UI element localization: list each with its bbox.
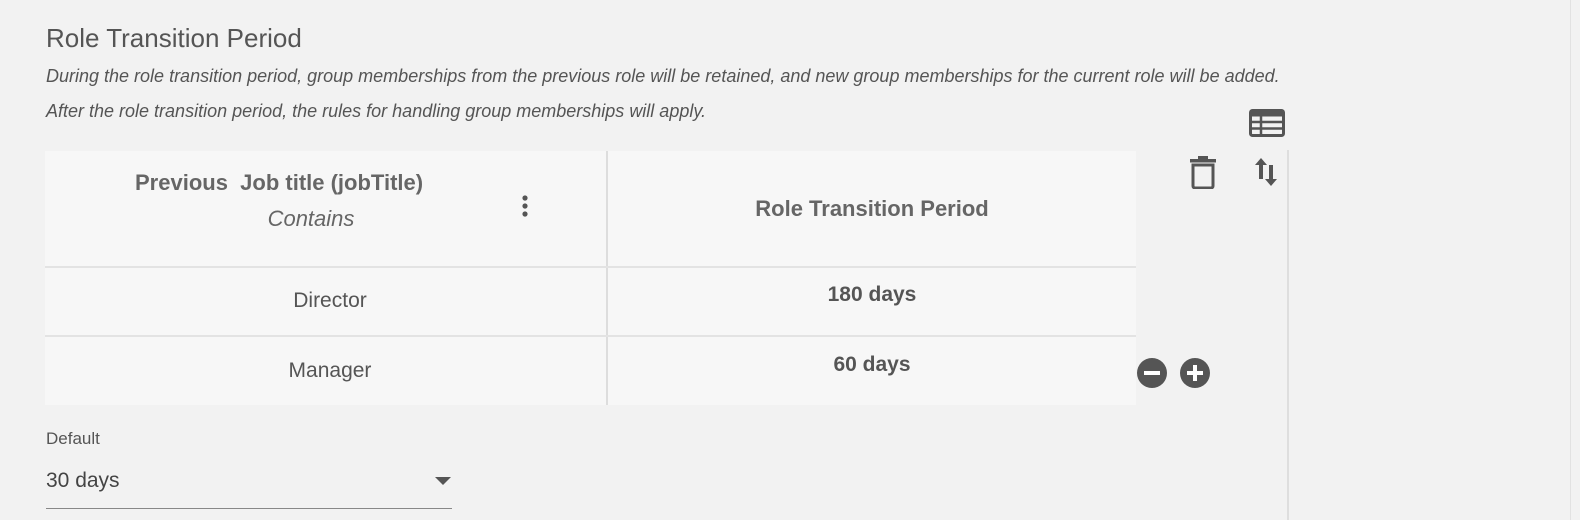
column-header-operator: Contains xyxy=(267,206,355,231)
section-description-line2: After the role transition period, the ru… xyxy=(46,101,707,121)
panel-edge xyxy=(1570,0,1571,520)
table-row-divider xyxy=(45,335,1136,337)
kebab-menu-icon[interactable] xyxy=(515,191,535,225)
trash-icon[interactable] xyxy=(1188,155,1218,189)
column-header-transition-period: Role Transition Period xyxy=(755,196,989,221)
plus-circle-icon[interactable] xyxy=(1180,358,1210,388)
default-label: Default xyxy=(46,429,100,448)
sort-arrows-icon[interactable] xyxy=(1252,155,1280,189)
caret-down-icon[interactable] xyxy=(434,475,452,487)
cell-job-title[interactable]: Director xyxy=(45,287,615,315)
cell-period[interactable]: 180 days xyxy=(608,281,1136,309)
section-description-line1: During the role transition period, group… xyxy=(46,66,1280,86)
table-row-divider xyxy=(45,266,1136,268)
table-grid-icon[interactable] xyxy=(1249,109,1285,137)
column-divider xyxy=(1287,150,1289,520)
default-period-value: 30 days xyxy=(46,469,120,492)
column-header-job-title: Previous Job title (jobTitle) xyxy=(135,170,424,195)
minus-circle-icon[interactable] xyxy=(1137,358,1167,388)
cell-period[interactable]: 60 days xyxy=(608,351,1136,379)
default-period-select[interactable]: 30 days xyxy=(46,458,452,509)
section-title: Role Transition Period xyxy=(46,23,302,53)
transition-table: Previous Job title (jobTitle) Contains R… xyxy=(45,151,1136,405)
cell-job-title[interactable]: Manager xyxy=(45,357,615,385)
